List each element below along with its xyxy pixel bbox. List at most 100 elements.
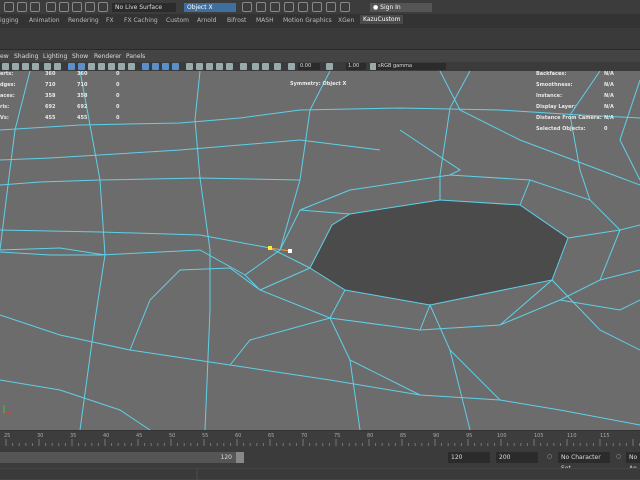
end-time-field[interactable]: 120 xyxy=(448,452,490,463)
tick-label: 90 xyxy=(433,433,440,439)
tab-xgen[interactable]: XGen xyxy=(338,17,354,24)
hud-value: 0 xyxy=(116,93,120,99)
hud-value: N/A xyxy=(604,93,614,99)
select-icon[interactable] xyxy=(4,2,14,12)
status-line: No Live Surface Object X ● Sign In xyxy=(0,0,640,14)
tab-custom[interactable]: Custom xyxy=(166,17,189,24)
film-gate-icon[interactable] xyxy=(54,63,61,70)
render-settings-icon[interactable] xyxy=(270,2,280,12)
tab-rigging[interactable]: igging xyxy=(0,17,19,24)
gate-mask-icon[interactable] xyxy=(196,63,203,70)
character-set-dropdown[interactable]: No Character Set xyxy=(558,452,610,472)
shelf-tabs: igging Animation Rendering FX FX Caching… xyxy=(0,14,640,28)
max-time-field[interactable]: 200 xyxy=(496,452,538,463)
tick-label: 80 xyxy=(367,433,374,439)
tick-label: 45 xyxy=(136,433,143,439)
viewport-3d[interactable]: erts: dges: aces: ris: Vs: 360 710 358 6… xyxy=(0,71,640,430)
hud-label-tris: ris: xyxy=(0,104,10,110)
time-slider[interactable]: 25 30 35 40 45 50 55 60 65 70 75 80 85 9… xyxy=(0,430,640,447)
xgen-icon[interactable] xyxy=(340,2,350,12)
snap-view-icon[interactable] xyxy=(85,2,95,12)
hud-value: N/A xyxy=(604,115,614,121)
hypershade-icon[interactable] xyxy=(284,2,294,12)
image-plane-icon[interactable] xyxy=(32,63,39,70)
paint-select-icon[interactable] xyxy=(30,2,40,12)
hud-label-distance: Distance From Camera: xyxy=(536,115,602,121)
hud-value: 455 xyxy=(45,115,56,121)
bifrost-icon[interactable] xyxy=(326,2,336,12)
tick-label: 75 xyxy=(334,433,341,439)
lights-icon[interactable] xyxy=(108,63,115,70)
xray-joints-icon[interactable] xyxy=(162,63,169,70)
snap-grid-icon[interactable] xyxy=(46,2,56,12)
attributes-icon[interactable] xyxy=(12,63,19,70)
tab-motion-graphics[interactable]: Motion Graphics xyxy=(283,17,332,24)
tab-arnold[interactable]: Arnold xyxy=(197,17,216,24)
tab-kazucustom[interactable]: KazuCustom xyxy=(360,15,404,24)
symmetry-dropdown[interactable]: Object X xyxy=(184,3,236,12)
gamma-field[interactable]: 1.00 xyxy=(346,63,366,70)
anim-layer-dropdown[interactable]: No An xyxy=(626,452,640,472)
xray-icon[interactable] xyxy=(152,63,159,70)
hud-label-edges: dges: xyxy=(0,82,16,88)
hud-label-smoothness: Smoothness: xyxy=(536,82,573,88)
exposure-icon[interactable] xyxy=(288,63,295,70)
live-surface-field[interactable]: No Live Surface xyxy=(112,3,176,12)
range-slider[interactable]: 120 xyxy=(0,452,236,463)
antialias-icon[interactable] xyxy=(252,63,259,70)
render-view-icon[interactable] xyxy=(298,2,308,12)
motion-blur-icon[interactable] xyxy=(240,63,247,70)
menu-shading[interactable]: Shading xyxy=(14,53,38,60)
make-live-icon[interactable] xyxy=(98,2,108,12)
shadows-icon[interactable] xyxy=(118,63,125,70)
isolate-select-icon[interactable] xyxy=(142,63,149,70)
default-material-icon[interactable] xyxy=(88,63,95,70)
command-input[interactable] xyxy=(0,469,196,479)
ambient-occlusion-icon[interactable] xyxy=(128,63,135,70)
menu-view[interactable]: ew xyxy=(0,53,9,60)
range-handle[interactable] xyxy=(236,452,244,463)
tab-animation[interactable]: Animation xyxy=(29,17,60,24)
range-end-label: 120 xyxy=(220,454,232,461)
menu-panels[interactable]: Panels xyxy=(126,53,145,60)
tick-label: 25 xyxy=(4,433,11,439)
hud-icon[interactable] xyxy=(274,63,281,70)
camera-icon[interactable] xyxy=(2,63,9,70)
snap-curve-icon[interactable] xyxy=(59,2,69,12)
tab-fx[interactable]: FX xyxy=(106,17,114,24)
vertex-handle[interactable] xyxy=(288,249,292,253)
exposure-field[interactable]: 0.00 xyxy=(298,63,320,70)
menu-renderer[interactable]: Renderer xyxy=(94,53,121,60)
bookmark-icon[interactable] xyxy=(22,63,29,70)
command-line xyxy=(0,468,640,480)
hud-label-uvs: Vs: xyxy=(0,115,9,121)
sign-in-button[interactable]: ● Sign In xyxy=(370,3,432,12)
lasso-icon[interactable] xyxy=(17,2,27,12)
wireframe-icon[interactable] xyxy=(68,63,75,70)
menu-lighting[interactable]: Lighting xyxy=(43,53,67,60)
tab-bifrost[interactable]: Bifrost xyxy=(227,17,246,24)
resolution-gate-icon[interactable] xyxy=(186,63,193,70)
safe-title-icon[interactable] xyxy=(226,63,233,70)
tick-label: 110 xyxy=(567,433,577,439)
field-chart-icon[interactable] xyxy=(206,63,213,70)
hud-value: 0 xyxy=(116,71,120,77)
tab-fx-caching[interactable]: FX Caching xyxy=(124,17,158,24)
gamma-icon[interactable] xyxy=(326,63,333,70)
depth-of-field-icon[interactable] xyxy=(262,63,269,70)
menu-show[interactable]: Show xyxy=(72,53,88,60)
ipr-render-icon[interactable] xyxy=(256,2,266,12)
render-icon[interactable] xyxy=(242,2,252,12)
arnold-icon[interactable] xyxy=(312,2,322,12)
grid-icon[interactable] xyxy=(44,63,51,70)
smooth-shade-icon[interactable] xyxy=(78,63,85,70)
textured-icon[interactable] xyxy=(98,63,105,70)
view-transform-dropdown[interactable]: sRGB gamma xyxy=(376,63,446,70)
tab-mash[interactable]: MASH xyxy=(256,17,274,24)
safe-action-icon[interactable] xyxy=(216,63,223,70)
snap-point-icon[interactable] xyxy=(72,2,82,12)
wireframe-on-shaded-icon[interactable] xyxy=(172,63,179,70)
hud-value: 0 xyxy=(116,115,120,121)
selected-vertex[interactable] xyxy=(268,246,272,250)
tab-rendering[interactable]: Rendering xyxy=(68,17,99,24)
